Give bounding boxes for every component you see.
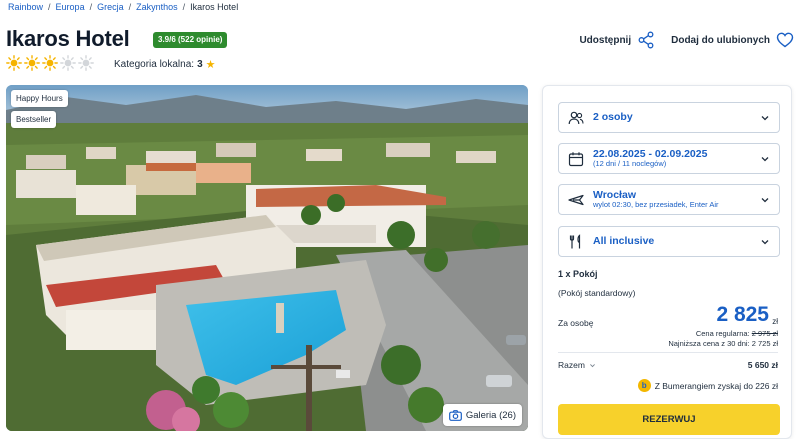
sun-icon-filled bbox=[24, 55, 40, 71]
per-person-label: Za osobę bbox=[558, 318, 594, 328]
local-category: Kategoria lokalna: 3 ★ bbox=[114, 58, 216, 71]
reserve-button[interactable]: REZERWUJ bbox=[558, 404, 780, 435]
chevron-down-icon bbox=[761, 157, 769, 162]
departure-sub: wylot 02:30, bez przesiadek, Enter Air bbox=[593, 200, 719, 210]
price-per-person: 2 825 bbox=[716, 303, 769, 326]
sun-rating bbox=[6, 55, 94, 71]
booking-panel: 2 osoby 22.08.2025 - 02.09.2025 (12 dni … bbox=[542, 85, 792, 439]
rating-badge[interactable]: 3.9/6 (522 opinie) bbox=[153, 32, 228, 48]
breadcrumb-current: Ikaros Hotel bbox=[190, 2, 239, 12]
gallery-label: Galeria (26) bbox=[465, 409, 516, 421]
chevron-down-icon bbox=[761, 116, 769, 121]
share-label: Udostępnij bbox=[579, 34, 632, 46]
hotel-aerial-image bbox=[6, 85, 528, 431]
total-toggle[interactable]: Razem bbox=[558, 360, 596, 370]
local-category-label: Kategoria lokalna: bbox=[114, 59, 195, 70]
regular-price: Cena regularna: 2 975 zł bbox=[696, 329, 778, 338]
breadcrumb-link-europa[interactable]: Europa bbox=[56, 2, 85, 12]
bumerang-info: b Z Bumerangiem zyskaj do 226 zł bbox=[637, 379, 778, 392]
persons-selector[interactable]: 2 osoby bbox=[558, 102, 780, 133]
dates-sub: (12 dni / 11 noclegów) bbox=[593, 159, 667, 169]
divider bbox=[558, 352, 778, 353]
favorite-label: Dodaj do ulubionych bbox=[671, 34, 770, 46]
breadcrumb: Rainbow / Europa / Grecja / Zakynthos / … bbox=[8, 1, 238, 13]
cutlery-icon bbox=[569, 233, 581, 248]
star-icon: ★ bbox=[205, 59, 216, 71]
top-actions: Udostępnij Dodaj do ulubionych bbox=[579, 31, 794, 49]
breadcrumb-separator: / bbox=[48, 2, 51, 12]
board-value: All inclusive bbox=[593, 235, 655, 248]
regular-price-label: Cena regularna: bbox=[695, 329, 750, 338]
room-count: 1 x Pokój bbox=[558, 269, 598, 279]
heart-icon bbox=[776, 32, 794, 48]
hotel-photo[interactable]: Happy Hours Bestseller Galeria (26) bbox=[6, 85, 528, 431]
breadcrumb-link-grecja[interactable]: Grecja bbox=[97, 2, 124, 12]
tag-bestseller: Bestseller bbox=[11, 111, 57, 128]
sun-icon-empty bbox=[78, 55, 94, 71]
calendar-icon bbox=[568, 151, 584, 166]
breadcrumb-link-rainbow[interactable]: Rainbow bbox=[8, 2, 43, 12]
lowest-price-info: Najniższa cena z 30 dni: 2 725 zł bbox=[668, 339, 778, 348]
board-selector[interactable]: All inclusive bbox=[558, 226, 780, 257]
breadcrumb-separator: / bbox=[182, 2, 186, 12]
share-icon bbox=[638, 31, 654, 49]
bumerang-icon: b bbox=[637, 379, 651, 392]
local-category-value: 3 bbox=[197, 59, 203, 70]
regular-price-value: 2 975 zł bbox=[751, 329, 778, 338]
chevron-down-icon bbox=[761, 198, 769, 203]
gallery-button[interactable]: Galeria (26) bbox=[442, 404, 522, 426]
departure-selector[interactable]: Wrocław wylot 02:30, bez przesiadek, Ent… bbox=[558, 184, 780, 215]
breadcrumb-separator: / bbox=[89, 2, 93, 12]
tag-happy-hours: Happy Hours bbox=[11, 90, 68, 107]
room-type: (Pokój standardowy) bbox=[558, 288, 636, 298]
bumerang-text: Z Bumerangiem zyskaj do 226 zł bbox=[654, 380, 778, 391]
price-currency: zł bbox=[772, 317, 778, 326]
share-button[interactable]: Udostępnij bbox=[579, 31, 655, 49]
sun-icon-filled bbox=[6, 55, 22, 71]
persons-value: 2 osoby bbox=[593, 111, 633, 124]
chevron-down-icon bbox=[590, 363, 595, 367]
breadcrumb-link-zakynthos[interactable]: Zakynthos bbox=[136, 2, 178, 12]
dates-selector[interactable]: 22.08.2025 - 02.09.2025 (12 dni / 11 noc… bbox=[558, 143, 780, 174]
breadcrumb-separator: / bbox=[128, 2, 132, 12]
persons-icon bbox=[568, 111, 584, 124]
total-value: 5 650 zł bbox=[747, 360, 778, 370]
favorite-button[interactable]: Dodaj do ulubionych bbox=[671, 31, 794, 49]
camera-icon bbox=[448, 409, 462, 421]
chevron-down-icon bbox=[761, 240, 769, 245]
sun-icon-filled bbox=[42, 55, 58, 71]
sun-icon-empty bbox=[60, 55, 76, 71]
hotel-title: Ikaros Hotel bbox=[6, 26, 130, 51]
plane-icon bbox=[568, 194, 584, 205]
total-label: Razem bbox=[558, 360, 585, 370]
